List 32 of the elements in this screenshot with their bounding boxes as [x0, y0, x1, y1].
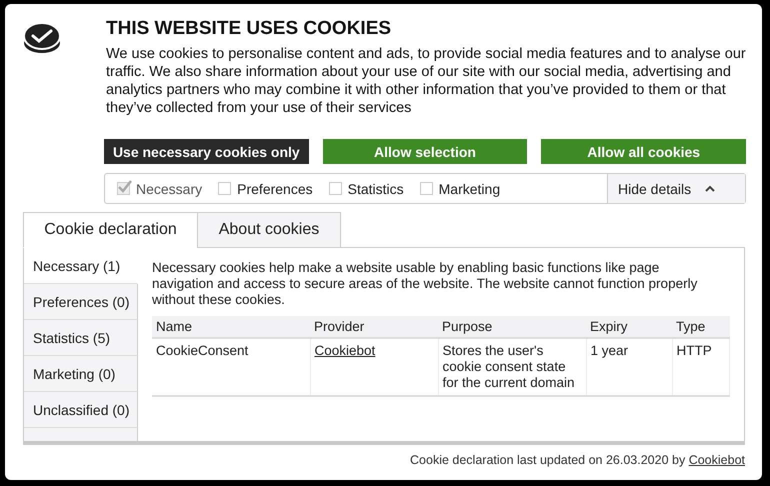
table-cell: CookieConsent: [152, 338, 310, 396]
table-cell: 1 year: [586, 338, 672, 396]
category-item[interactable]: Unclassified (0): [24, 392, 138, 428]
checkbox-label[interactable]: Marketing: [420, 180, 500, 196]
dialog-title: THIS WEBSITE USES COOKIES: [106, 18, 392, 40]
column-header: Expiry: [586, 316, 672, 338]
column-header: Type: [672, 316, 730, 338]
cookiebot-link[interactable]: Cookiebot: [688, 453, 745, 467]
consent-button[interactable]: Allow selection: [322, 139, 528, 164]
checkbox[interactable]: [420, 182, 433, 195]
category-description: Necessary cookies help make a website usable by enabling basic functions like page navigation and access to secure areas of the website. The website cannot function properly without these cookies.: [152, 260, 698, 308]
consent-button[interactable]: Allow all cookies: [541, 139, 746, 164]
table-cell: Stores the user's cookie consent state for the current domain: [438, 338, 586, 396]
consent-button[interactable]: Use necessary cookies only: [104, 139, 309, 164]
checkbox[interactable]: [218, 182, 232, 195]
provider-link[interactable]: Cookiebot: [314, 343, 376, 358]
column-header: Provider: [310, 316, 438, 338]
last-updated-text: Cookie declaration last updated on 26.03.2020 by: [410, 453, 686, 467]
checkbox[interactable]: [328, 182, 342, 195]
column-header: Name: [152, 316, 310, 338]
intro-text: We use cookies to personalise content and ads, to provide social media features and to analyse our traffic. We also share information about your use of our site with our social media, advertising and analytics partners who may combine it with other information that you’ve provided to them or that they’ve collected from your use of their services: [106, 45, 747, 117]
tab[interactable]: About cookies: [197, 212, 341, 248]
checkbox-label[interactable]: Preferences: [218, 180, 313, 196]
category-item[interactable]: Statistics (5): [24, 320, 138, 356]
category-item[interactable]: Preferences (0): [24, 284, 138, 320]
category-item[interactable]: Marketing (0): [24, 356, 138, 392]
checkbox-label[interactable]: Statistics: [328, 180, 404, 196]
chevron-icon: [705, 185, 716, 192]
hide-details-button[interactable]: Hide details: [607, 174, 745, 203]
table-cell: HTTP: [672, 338, 730, 396]
column-header: Purpose: [438, 316, 586, 338]
tab[interactable]: Cookie declaration: [23, 212, 198, 248]
